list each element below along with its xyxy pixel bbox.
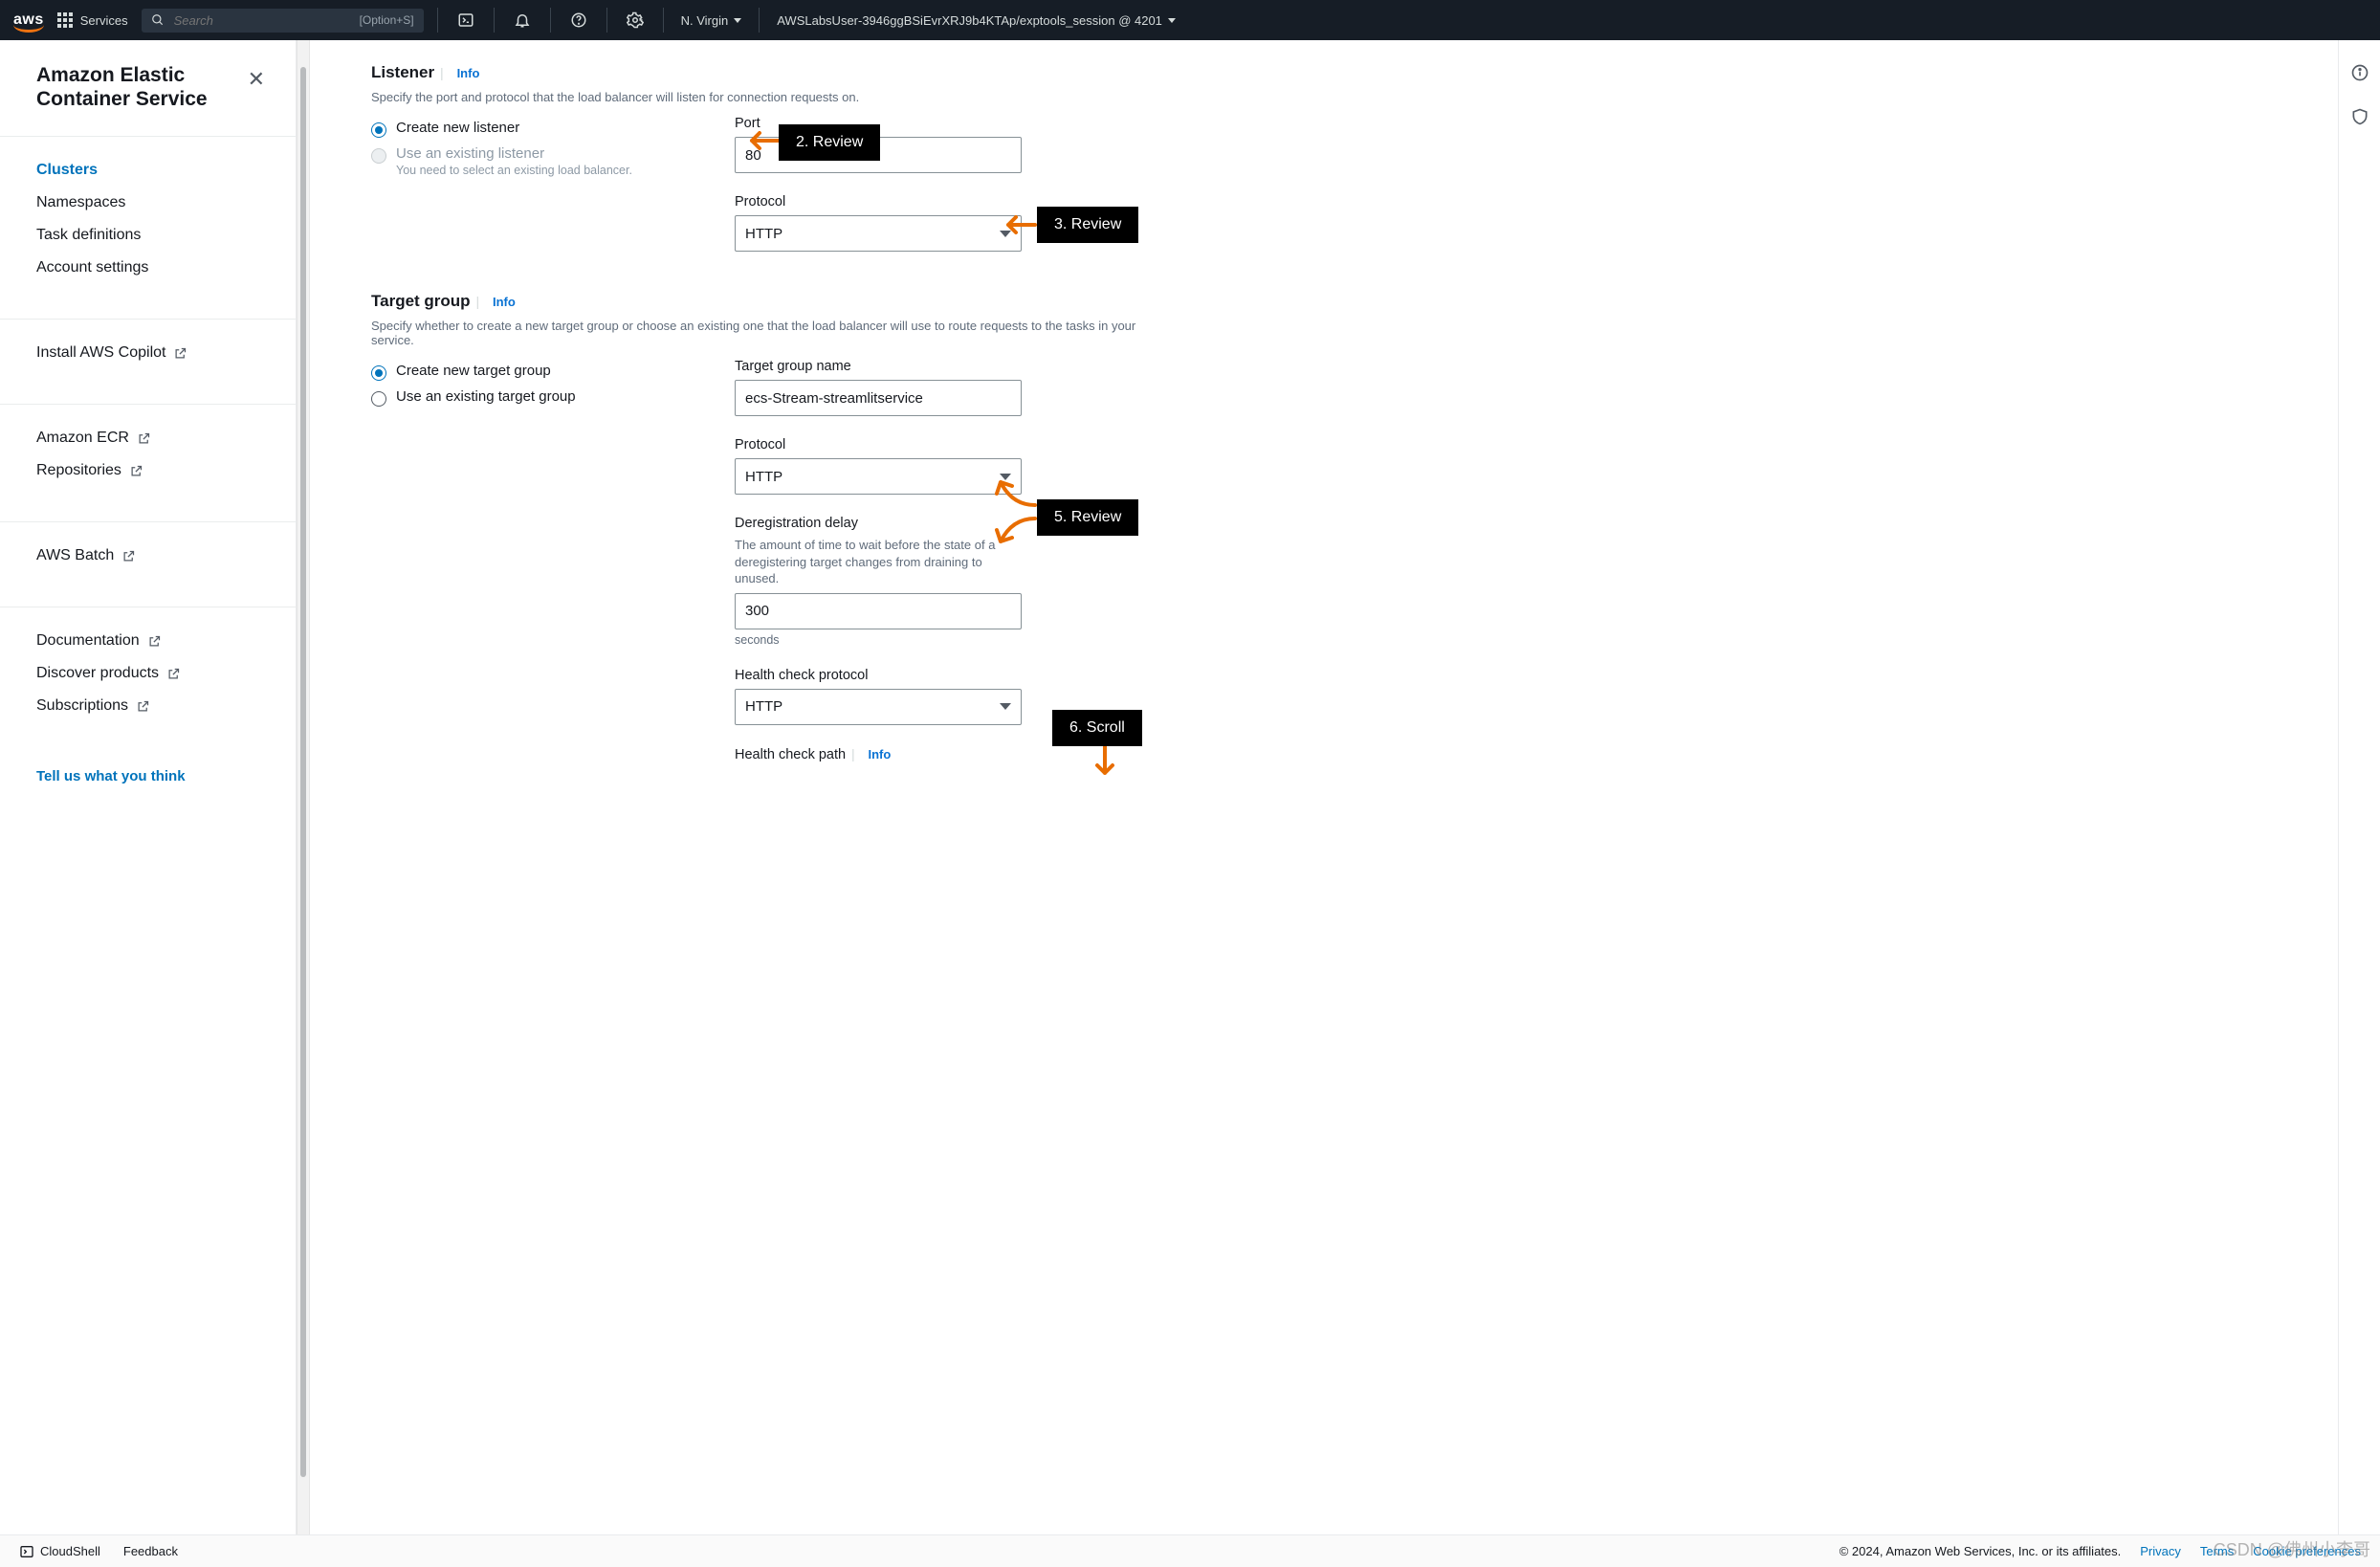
footer-terms[interactable]: Terms — [2200, 1544, 2234, 1558]
search-input[interactable] — [172, 12, 352, 29]
footer-copyright: © 2024, Amazon Web Services, Inc. or its… — [1840, 1544, 2122, 1558]
search-shortcut: [Option+S] — [360, 13, 414, 27]
arrow-left-icon — [738, 126, 781, 155]
caret-down-icon — [734, 18, 741, 23]
dereg-delay-help: The amount of time to wait before the st… — [735, 537, 1012, 587]
dereg-delay-unit: seconds — [735, 633, 1022, 647]
target-group-heading: Target group — [371, 292, 471, 311]
external-link-icon — [147, 634, 162, 649]
service-title: Amazon Elastic Container Service — [36, 63, 244, 111]
footer-bar: CloudShell Feedback © 2024, Amazon Web S… — [0, 1534, 2380, 1567]
listener-description: Specify the port and protocol that the l… — [371, 90, 1156, 104]
annotation-6: 6. Scroll — [1052, 710, 1142, 746]
hc-path-label: Health check path — [735, 747, 846, 762]
tools-rail — [2338, 40, 2380, 1534]
footer-feedback[interactable]: Feedback — [123, 1544, 178, 1558]
sidebar-item-subscriptions[interactable]: Subscriptions — [0, 690, 296, 722]
main-content: Listener | Info Specify the port and pro… — [310, 40, 2338, 1534]
side-nav: Amazon Elastic Container Service ✕ Clust… — [0, 40, 297, 1534]
external-link-icon — [166, 667, 181, 681]
radio-dot-icon — [371, 148, 386, 164]
sidebar-item-task-definitions[interactable]: Task definitions — [0, 219, 296, 252]
arrow-right-icon — [310, 90, 316, 119]
caret-down-icon — [1168, 18, 1176, 23]
radio-use-existing-target-group[interactable]: Use an existing target group — [371, 385, 677, 410]
sidebar-item-copilot[interactable]: Install AWS Copilot — [0, 337, 296, 369]
user-menu[interactable]: AWSLabsUser-3946ggBSiEvrXRJ9b4KTAp/expto… — [773, 13, 1179, 28]
grid-icon — [57, 12, 73, 28]
global-search[interactable]: [Option+S] — [142, 9, 424, 33]
radio-dot-icon — [371, 365, 386, 381]
target-protocol-label: Protocol — [735, 437, 1022, 452]
radio-create-new-listener[interactable]: Create new listener — [371, 116, 677, 142]
side-scrollbar[interactable] — [297, 40, 310, 1534]
sidebar-item-amazon-ecr[interactable]: Amazon ECR — [0, 422, 296, 454]
sidebar-item-namespaces[interactable]: Namespaces — [0, 187, 296, 219]
footer-cloudshell[interactable]: CloudShell — [19, 1544, 100, 1559]
target-group-name-label: Target group name — [735, 359, 1022, 374]
target-group-info-link[interactable]: Info — [493, 295, 516, 309]
user-label: AWSLabsUser-3946ggBSiEvrXRJ9b4KTAp/expto… — [777, 13, 1162, 28]
services-label: Services — [80, 13, 128, 28]
external-link-icon — [137, 431, 151, 446]
hc-path-info-link[interactable]: Info — [869, 747, 892, 761]
listener-protocol-select[interactable]: HTTP — [735, 215, 1022, 252]
annotation-3: 3. Review — [1037, 207, 1138, 243]
external-link-icon — [173, 346, 187, 361]
close-icon[interactable]: ✕ — [244, 63, 269, 96]
region-selector[interactable]: N. Virgin — [677, 13, 746, 28]
footer-privacy[interactable]: Privacy — [2140, 1544, 2181, 1558]
settings-icon[interactable] — [621, 6, 650, 34]
cloudshell-icon[interactable] — [452, 6, 480, 34]
radio-use-existing-listener: Use an existing listener You need to sel… — [371, 142, 677, 181]
radio-dot-icon — [371, 122, 386, 138]
listener-section: Listener | Info Specify the port and pro… — [371, 63, 2300, 252]
target-group-name-input[interactable] — [735, 380, 1022, 416]
search-icon — [151, 13, 165, 27]
arrow-left-icon — [995, 210, 1037, 239]
footer-cookies[interactable]: Cookie preferences — [2253, 1544, 2361, 1558]
sidebar-item-repositories[interactable]: Repositories — [0, 454, 296, 487]
hc-protocol-label: Health check protocol — [735, 668, 1022, 683]
info-panel-icon[interactable] — [2350, 63, 2369, 82]
listener-info-link[interactable]: Info — [457, 66, 480, 80]
radio-create-new-target-group[interactable]: Create new target group — [371, 359, 677, 385]
arrow-right-icon — [310, 342, 316, 370]
region-label: N. Virgin — [681, 13, 729, 28]
annotation-5: 5. Review — [1037, 499, 1138, 536]
sidebar-item-discover-products[interactable]: Discover products — [0, 657, 296, 690]
dereg-delay-label: Deregistration delay — [735, 516, 1022, 531]
top-nav: aws Services [Option+S] N. Virgin AWSLab… — [0, 0, 2380, 40]
sidebar-item-account-settings[interactable]: Account settings — [0, 252, 296, 284]
hc-protocol-select[interactable]: HTTP — [735, 689, 1022, 725]
annotation-2: 2. Review — [779, 124, 880, 161]
sidebar-item-documentation[interactable]: Documentation — [0, 625, 296, 657]
external-link-icon — [129, 464, 143, 478]
radio-dot-icon — [371, 391, 386, 407]
aws-logo[interactable]: aws — [13, 11, 44, 29]
target-group-section: Target group | Info Specify whether to c… — [371, 292, 2300, 762]
services-menu[interactable]: Services — [57, 6, 128, 34]
notifications-icon[interactable] — [508, 6, 537, 34]
external-link-icon — [121, 549, 136, 563]
sidebar-feedback-link[interactable]: Tell us what you think — [0, 761, 296, 792]
help-icon[interactable] — [564, 6, 593, 34]
target-protocol-select[interactable]: HTTP — [735, 458, 1022, 495]
arrow-left-down-icon — [993, 513, 1039, 551]
arrow-down-icon — [1091, 744, 1119, 786]
external-link-icon — [136, 699, 150, 714]
listener-heading: Listener — [371, 63, 434, 82]
sidebar-item-aws-batch[interactable]: AWS Batch — [0, 540, 296, 572]
dereg-delay-input[interactable] — [735, 593, 1022, 629]
arrow-left-up-icon — [993, 473, 1039, 511]
target-group-description: Specify whether to create a new target g… — [371, 319, 1156, 347]
security-panel-icon[interactable] — [2350, 107, 2369, 126]
chevron-down-icon — [1000, 703, 1011, 710]
sidebar-item-clusters[interactable]: Clusters — [0, 154, 296, 187]
listener-protocol-label: Protocol — [735, 194, 1022, 210]
